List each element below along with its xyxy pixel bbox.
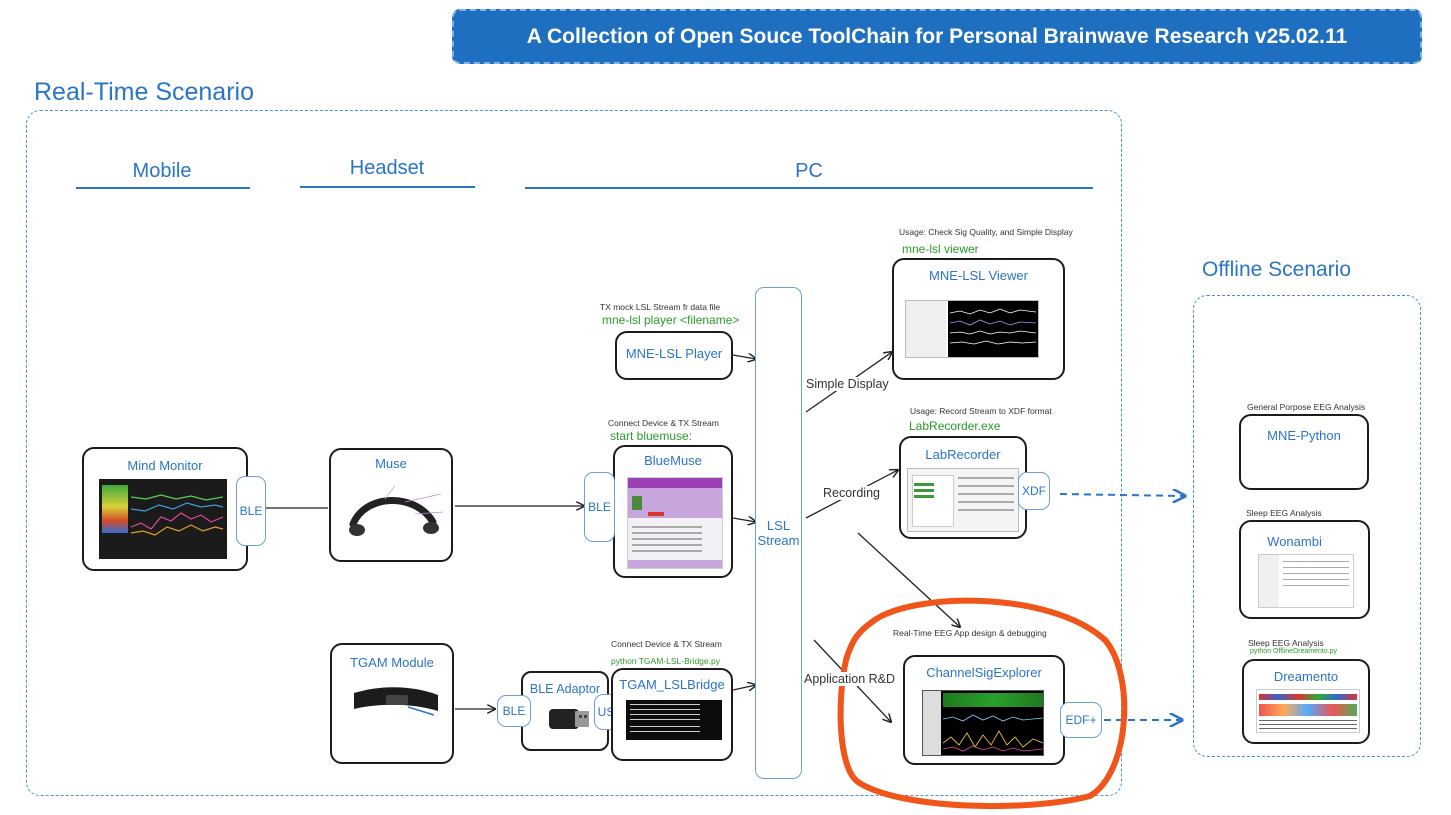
labrecorder-fields (958, 477, 1014, 479)
mne-viewer-screenshot (905, 300, 1039, 358)
mne-player-note: TX mock LSL Stream fr data file (600, 302, 721, 312)
channelsig-screenshot (922, 690, 1044, 756)
bluemuse-node: BlueMuse (613, 445, 733, 578)
bluemuse-titlebar (628, 478, 722, 488)
channelsig-band-panel (943, 693, 1043, 707)
wonambi-screenshot (1258, 554, 1354, 608)
wonambi-title: Wonambi (1267, 534, 1322, 549)
arrow-bridge-to-lsl (732, 685, 756, 690)
bluemuse-list-lines (632, 526, 702, 528)
arrow-player-to-lsl (732, 355, 756, 359)
tgam-module-title: TGAM Module (350, 655, 434, 670)
ble-adaptor-title: BLE Adaptor (529, 682, 601, 696)
bluemuse-command: start bluemuse: (610, 429, 693, 443)
mind-monitor-ble-tag: BLE (236, 476, 266, 546)
channelsig-traces (943, 714, 1043, 752)
tgam-bridge-console-lines (630, 704, 700, 705)
lsl-stream-label-1: LSL (766, 518, 791, 533)
mne-player-node: MNE-LSL Player (615, 331, 733, 380)
dreamento-hypnogram (1259, 694, 1357, 700)
lsl-stream-label-2: Stream (757, 533, 800, 548)
bluemuse-screenshot (627, 477, 723, 569)
tgam-bridge-node: TGAM_LSLBridge (611, 668, 733, 761)
mind-monitor-waves (131, 494, 223, 536)
edge-label-recording: Recording (823, 486, 880, 500)
usb-dongle-image (549, 709, 589, 729)
muse-headband-image (349, 485, 444, 536)
labrecorder-command: LabRecorder.exe (909, 419, 1001, 433)
muse-title: Muse (375, 456, 407, 471)
mne-viewer-note: Usage: Check Sig Quality, and Simple Dis… (899, 227, 1073, 237)
labrecorder-title: LabRecorder (925, 447, 1001, 462)
labrecorder-xdf-tag: XDF (1018, 472, 1050, 510)
arrow-bluemuse-to-lsl (732, 518, 756, 522)
arrow-xdf-to-offline (1059, 494, 1185, 496)
channelsig-sidebar (923, 691, 941, 755)
bluemuse-title: BlueMuse (644, 453, 702, 468)
bluemuse-ble-tag: BLE (584, 472, 615, 542)
wonambi-trace-lines (1283, 561, 1349, 562)
bluemuse-note: Connect Device & TX Stream (608, 418, 719, 428)
tgam-bridge-command: python TGAM-LSL-Bridge.py (611, 656, 720, 666)
mind-monitor-screenshot (99, 479, 227, 559)
mne-player-command: mne-lsl player <filename> (602, 313, 740, 327)
bluemuse-footer (628, 560, 722, 568)
dreamento-title: Dreamento (1273, 669, 1339, 684)
wonambi-note: Sleep EEG Analysis (1246, 508, 1322, 518)
labrecorder-node: LabRecorder (899, 436, 1027, 539)
mne-viewer-title: MNE-LSL Viewer (929, 268, 1028, 283)
tgam-module-node: TGAM Module (330, 643, 454, 764)
dreamento-node: Dreamento (1242, 659, 1370, 744)
bluemuse-status-bar (648, 512, 664, 516)
mind-monitor-spectrogram (102, 485, 128, 533)
channelsig-title: ChannelSigExplorer (926, 665, 1042, 680)
channelsig-note: Real-Time EEG App design & debugging (893, 628, 1047, 638)
mind-monitor-node: Mind Monitor (82, 447, 248, 571)
labrecorder-check-marks (914, 483, 934, 486)
wonambi-sidebar (1259, 555, 1279, 607)
mne-viewer-command: mne-lsl viewer (902, 242, 979, 256)
muse-node: Muse (329, 448, 453, 562)
dreamento-spectrogram (1259, 704, 1357, 716)
dreamento-screenshot (1256, 689, 1360, 733)
edge-label-simple-display: Simple Display (806, 377, 889, 391)
mne-viewer-traces (949, 308, 1037, 345)
tgam-headband-image (354, 687, 438, 716)
lsl-stream-bar: LSL Stream (755, 287, 802, 779)
mne-viewer-node: MNE-LSL Viewer (892, 258, 1065, 380)
edge-label-app-rd: Application R&D (804, 672, 896, 686)
mne-python-title: MNE-Python (1267, 428, 1341, 443)
labrecorder-screenshot (907, 468, 1019, 532)
bluemuse-device-panel (628, 488, 722, 518)
channelsig-edf-tag: EDF+ (1060, 702, 1102, 738)
channelsig-node: ChannelSigExplorer (903, 655, 1065, 765)
tgam-bridge-console (626, 700, 722, 740)
mne-python-note: General Porpose EEG Analysis (1247, 402, 1366, 412)
tgam-bridge-note: Connect Device & TX Stream (611, 639, 722, 649)
mne-viewer-plot (948, 301, 1038, 357)
mind-monitor-title: Mind Monitor (127, 458, 203, 473)
dreamento-command: python OfflineDreamento.py (1250, 648, 1338, 655)
dreamento-note: Sleep EEG Analysis (1248, 638, 1324, 648)
ble-adaptor-ble-tag: BLE (497, 695, 531, 727)
dreamento-traces (1259, 720, 1357, 721)
labrecorder-note: Usage: Record Stream to XDF format (910, 406, 1052, 416)
wonambi-node: Wonambi (1239, 520, 1370, 619)
tgam-bridge-title: TGAM_LSLBridge (619, 677, 725, 692)
mne-viewer-sidebar (906, 301, 946, 357)
arrow-lsl-to-channelsig-diag (857, 532, 960, 627)
bluemuse-device-icon (632, 496, 642, 510)
mne-python-node: MNE-Python (1239, 414, 1369, 490)
mne-player-title: MNE-LSL Player (625, 346, 723, 361)
